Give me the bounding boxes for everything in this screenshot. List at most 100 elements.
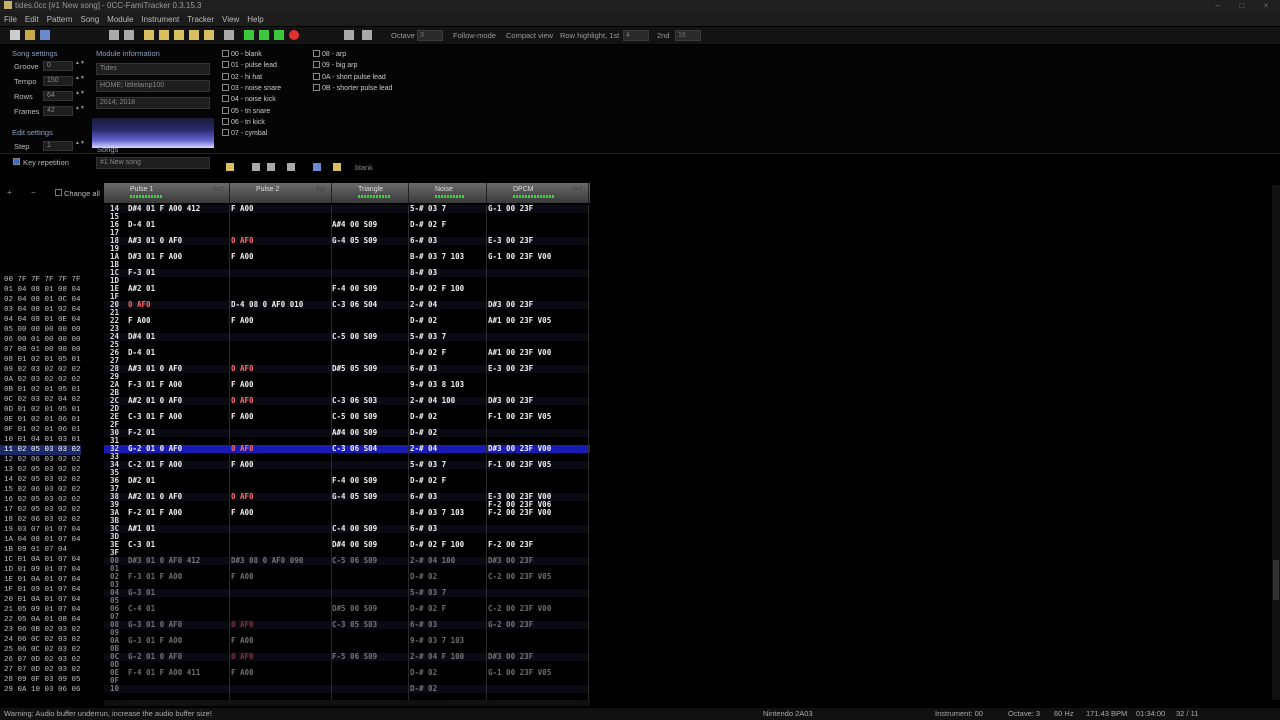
pattern-cell[interactable]: 2-# 04 — [410, 445, 437, 453]
pattern-cell[interactable]: F A00 — [231, 253, 254, 261]
frame-row[interactable]: 05 00 00 00 00 00 — [0, 325, 81, 335]
minimize-button[interactable]: – — [1212, 1, 1224, 11]
pattern-cell[interactable]: D-# 02 — [410, 429, 437, 437]
change-all-checkbox[interactable] — [55, 189, 62, 196]
pattern-cell[interactable]: G-4 05 S09 — [332, 237, 377, 245]
pattern-row[interactable]: 08 G-3 01 0 AF0 0 AF0 C-3 05 S03 6-# 03 G-2 0… — [104, 621, 590, 629]
pattern-cell[interactable]: C-2 01 F A00 — [128, 461, 182, 469]
horizontal-scrollbar[interactable] — [104, 700, 590, 706]
pattern-cell[interactable]: C-5 00 S09 — [332, 413, 377, 421]
frame-row[interactable]: 17 02 05 03 02 02 — [0, 505, 81, 515]
frames-spinner[interactable]: ▲▼ — [75, 106, 85, 116]
previous-song-icon[interactable] — [344, 30, 354, 40]
pattern-cell[interactable]: D-# 02 F — [410, 605, 446, 613]
pattern-cell[interactable]: G-4 05 S09 — [332, 493, 377, 501]
pattern-row[interactable]: 2E C-3 01 F A00 F A00 C-5 00 S09 D-# 02 F-1 0… — [104, 413, 590, 421]
pattern-row[interactable]: 02 F-3 01 F A00 F A00 D-# 02 C-2 00 23F V05 — [104, 573, 590, 581]
instrument-item[interactable]: 0A - short pulse lead — [313, 72, 386, 83]
pattern-cell[interactable]: F-3 01 — [128, 269, 155, 277]
next-song-icon[interactable] — [362, 30, 372, 40]
frame-row[interactable]: 00 7F 7F 7F 7F 7F — [0, 275, 81, 285]
pattern-cell[interactable]: F A00 — [128, 317, 151, 325]
pattern-cell[interactable]: D-# 02 F — [410, 349, 446, 357]
pattern-cell[interactable]: G-3 01 0 AF0 — [128, 621, 182, 629]
frame-row[interactable]: 18 02 06 03 02 02 — [0, 515, 81, 525]
instrument-item[interactable]: 01 - pulse lead — [222, 60, 277, 71]
frame-row[interactable]: 1D 01 09 01 07 04 — [0, 565, 81, 575]
frame-row[interactable]: 08 01 02 01 05 01 — [0, 355, 81, 365]
instrument-item[interactable]: 09 - big arp — [313, 60, 357, 71]
pattern-cell[interactable]: 6-# 03 — [410, 621, 437, 629]
instrument-item[interactable]: 08 - arp — [313, 49, 346, 60]
pattern-cell[interactable]: F-4 01 F A00 411 — [128, 669, 200, 677]
frame-row[interactable]: 03 04 08 01 02 04 — [0, 305, 81, 315]
pattern-cell[interactable]: A#2 01 — [128, 285, 155, 293]
pattern-row[interactable]: 0C G-2 01 0 AF0 0 AF0 F-5 06 S09 2-# 04 F 10… — [104, 653, 590, 661]
pattern-row[interactable]: 22 F A00 F A00 D-# 02 A#1 00 23F V05 — [104, 317, 590, 325]
pattern-row[interactable]: 1E A#2 01 F-4 00 S09 D-# 02 F 100 — [104, 285, 590, 293]
instrument-item[interactable]: 04 - noise kick — [222, 94, 276, 105]
pattern-cell[interactable]: F A00 — [231, 381, 254, 389]
frame-row[interactable]: 16 02 05 03 02 02 — [0, 495, 81, 505]
frame-row[interactable]: 13 02 05 03 02 02 — [0, 465, 81, 475]
pattern-cell[interactable]: G-3 01 — [128, 589, 155, 597]
pattern-cell[interactable]: 5-# 03 7 — [410, 461, 446, 469]
pattern-row[interactable]: 16 D-4 01 A#4 00 S09 D-# 02 F — [104, 221, 590, 229]
insert-frame-icon[interactable] — [144, 30, 154, 40]
pattern-cell[interactable]: 6-# 03 — [410, 525, 437, 533]
pattern-cell[interactable]: A#1 00 23F V00 — [488, 349, 551, 357]
pattern-cell[interactable]: 2-# 04 — [410, 301, 437, 309]
frame-row[interactable]: 04 04 08 01 0E 04 — [0, 315, 81, 325]
pattern-cell[interactable]: C-3 06 S04 — [332, 301, 377, 309]
pattern-row[interactable]: 1A D#3 01 F A00 F A00 B-# 03 7 103 G-1 00 23… — [104, 253, 590, 261]
pattern-cell[interactable]: F-3 01 F A00 — [128, 573, 182, 581]
channel-pulse-1[interactable]: Pulse 1 fx2 — [104, 183, 230, 203]
frame-row[interactable]: 0E 01 02 01 06 01 — [0, 415, 81, 425]
pattern-cell[interactable]: D#3 08 0 AF0 090 — [231, 557, 303, 565]
pattern-cell[interactable]: G-2 00 23F — [488, 621, 533, 629]
pattern-cell[interactable]: C-3 05 S03 — [332, 621, 377, 629]
tempo-input[interactable]: 150 — [43, 76, 73, 86]
frame-row[interactable]: 21 05 09 01 07 04 — [0, 605, 81, 615]
pattern-row[interactable]: 3E C-3 01 D#4 00 S09 D-# 02 F 100 F-2 00 23F — [104, 541, 590, 549]
play-icon[interactable] — [244, 30, 254, 40]
pattern-cell[interactable]: A#2 01 0 AF0 — [128, 397, 182, 405]
pattern-cell[interactable]: 0 AF0 — [231, 397, 254, 405]
pattern-cell[interactable]: D-4 01 — [128, 349, 155, 357]
frame-row[interactable]: 19 03 07 01 07 04 — [0, 525, 81, 535]
frame-row[interactable]: 0D 01 02 01 05 01 — [0, 405, 81, 415]
pattern-row[interactable]: 06 C-4 01 D#5 00 S09 D-# 02 F C-2 00 23F V00 — [104, 605, 590, 613]
pattern-cell[interactable]: 6-# 03 — [410, 365, 437, 373]
pattern-cell[interactable]: D#4 01 F A00 412 — [128, 205, 200, 213]
pattern-cell[interactable]: G-2 01 0 AF0 — [128, 445, 182, 453]
pattern-cell[interactable]: F-4 00 S09 — [332, 477, 377, 485]
channel-fx-toggle[interactable]: fx2 — [573, 186, 582, 193]
frame-row[interactable]: 1C 01 0A 01 07 04 — [0, 555, 81, 565]
frame-row[interactable]: 24 06 0C 02 03 02 — [0, 635, 81, 645]
duplicate-frame-icon[interactable] — [204, 30, 214, 40]
channel-noise[interactable]: Noise — [409, 183, 487, 203]
row-highlight-2nd-input[interactable]: 16 — [675, 30, 701, 41]
pattern-row[interactable]: 36 D#2 01 F-4 00 S09 D-# 02 F — [104, 477, 590, 485]
pattern-cell[interactable]: D-# 02 — [410, 669, 437, 677]
frame-row[interactable]: 0A 02 03 02 02 02 — [0, 375, 81, 385]
key-repetition-checkbox[interactable] — [13, 158, 20, 165]
sample-visualizer[interactable] — [92, 118, 214, 148]
menu-tracker[interactable]: Tracker — [183, 15, 218, 24]
pattern-row[interactable]: 30 F-2 01 A#4 00 S09 D-# 02 — [104, 429, 590, 437]
pattern-cell[interactable]: 5-# 03 7 — [410, 205, 446, 213]
pattern-cell[interactable]: 9-# 03 8 103 — [410, 381, 464, 389]
frame-row[interactable]: 26 07 0D 02 03 02 — [0, 655, 81, 665]
module-copyright-input[interactable]: 2014; 2018 — [96, 97, 210, 109]
pattern-cell[interactable]: D-# 02 F — [410, 221, 446, 229]
pattern-row[interactable]: 00 D#3 01 0 AF0 412 D#3 08 0 AF0 090 C-5 06… — [104, 557, 590, 565]
pattern-cell[interactable]: F A00 — [231, 461, 254, 469]
pattern-cell[interactable]: F-5 06 S09 — [332, 653, 377, 661]
frame-row[interactable]: 0B 01 02 01 05 01 — [0, 385, 81, 395]
pattern-cell[interactable]: D#3 00 23F — [488, 397, 533, 405]
pattern-cell[interactable]: F-4 00 S09 — [332, 285, 377, 293]
pattern-cell[interactable]: G-1 00 23F V00 — [488, 253, 551, 261]
pattern-row[interactable]: 1C F-3 01 8-# 03 — [104, 269, 590, 277]
pattern-row[interactable]: 03 — [104, 581, 590, 589]
pattern-row[interactable]: 04 G-3 01 5-# 03 7 — [104, 589, 590, 597]
